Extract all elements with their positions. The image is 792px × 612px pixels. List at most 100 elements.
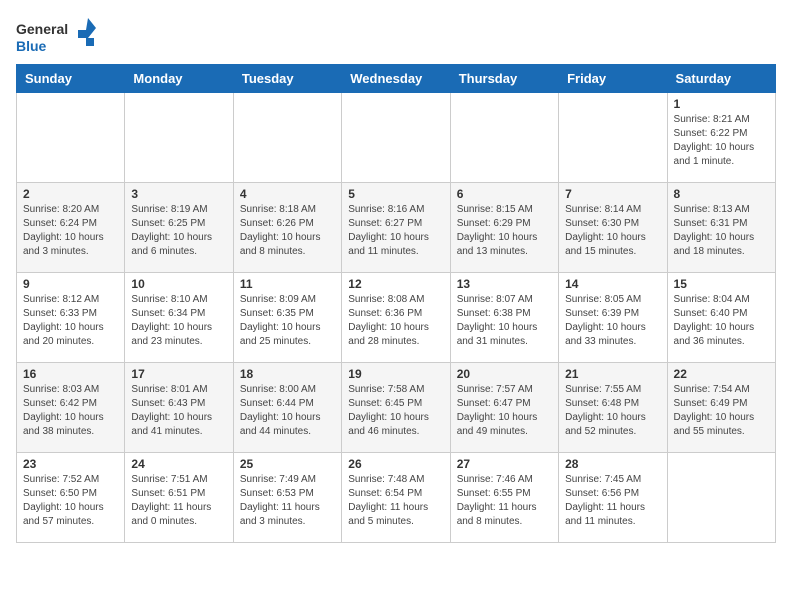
svg-text:General: General <box>16 21 68 37</box>
day-info: Sunrise: 8:05 AM Sunset: 6:39 PM Dayligh… <box>565 293 660 349</box>
day-number: 18 <box>240 367 335 381</box>
calendar-cell: 13 Sunrise: 8:07 AM Sunset: 6:38 PM Dayli… <box>450 273 558 363</box>
svg-text:Blue: Blue <box>16 38 47 54</box>
day-info: Sunrise: 7:51 AM Sunset: 6:51 PM Dayligh… <box>131 473 226 529</box>
column-header-wednesday: Wednesday <box>342 65 450 93</box>
day-number: 16 <box>23 367 118 381</box>
day-number: 1 <box>674 97 769 111</box>
calendar-cell: 1 Sunrise: 8:21 AM Sunset: 6:22 PM Daylig… <box>667 93 775 183</box>
calendar-week-row: 9 Sunrise: 8:12 AM Sunset: 6:33 PM Daylig… <box>17 273 776 363</box>
day-number: 23 <box>23 457 118 471</box>
calendar-cell <box>17 93 125 183</box>
day-number: 22 <box>674 367 769 381</box>
day-info: Sunrise: 7:52 AM Sunset: 6:50 PM Dayligh… <box>23 473 118 529</box>
day-number: 6 <box>457 187 552 201</box>
calendar-cell: 2 Sunrise: 8:20 AM Sunset: 6:24 PM Daylig… <box>17 183 125 273</box>
calendar-cell <box>233 93 341 183</box>
day-info: Sunrise: 8:08 AM Sunset: 6:36 PM Dayligh… <box>348 293 443 349</box>
calendar-cell: 18 Sunrise: 8:00 AM Sunset: 6:44 PM Dayli… <box>233 363 341 453</box>
day-number: 15 <box>674 277 769 291</box>
day-number: 20 <box>457 367 552 381</box>
day-number: 8 <box>674 187 769 201</box>
calendar-cell: 24 Sunrise: 7:51 AM Sunset: 6:51 PM Dayli… <box>125 453 233 543</box>
column-header-thursday: Thursday <box>450 65 558 93</box>
calendar-cell: 14 Sunrise: 8:05 AM Sunset: 6:39 PM Dayli… <box>559 273 667 363</box>
calendar-cell: 12 Sunrise: 8:08 AM Sunset: 6:36 PM Dayli… <box>342 273 450 363</box>
day-number: 24 <box>131 457 226 471</box>
column-header-friday: Friday <box>559 65 667 93</box>
day-number: 11 <box>240 277 335 291</box>
day-info: Sunrise: 8:07 AM Sunset: 6:38 PM Dayligh… <box>457 293 552 349</box>
day-info: Sunrise: 8:01 AM Sunset: 6:43 PM Dayligh… <box>131 383 226 439</box>
day-info: Sunrise: 8:18 AM Sunset: 6:26 PM Dayligh… <box>240 203 335 259</box>
calendar-cell: 15Sunrise: 8:04 AM Sunset: 6:40 PM Dayli… <box>667 273 775 363</box>
day-info: Sunrise: 7:58 AM Sunset: 6:45 PM Dayligh… <box>348 383 443 439</box>
day-info: Sunrise: 8:20 AM Sunset: 6:24 PM Dayligh… <box>23 203 118 259</box>
calendar-cell: 23 Sunrise: 7:52 AM Sunset: 6:50 PM Dayli… <box>17 453 125 543</box>
calendar-table: SundayMondayTuesdayWednesdayThursdayFrid… <box>16 64 776 543</box>
calendar-cell: 19 Sunrise: 7:58 AM Sunset: 6:45 PM Dayli… <box>342 363 450 453</box>
calendar-cell: 4 Sunrise: 8:18 AM Sunset: 6:26 PM Daylig… <box>233 183 341 273</box>
day-number: 27 <box>457 457 552 471</box>
day-number: 10 <box>131 277 226 291</box>
day-info: Sunrise: 8:10 AM Sunset: 6:34 PM Dayligh… <box>131 293 226 349</box>
day-info: Sunrise: 7:45 AM Sunset: 6:56 PM Dayligh… <box>565 473 660 529</box>
column-header-sunday: Sunday <box>17 65 125 93</box>
day-number: 13 <box>457 277 552 291</box>
day-number: 21 <box>565 367 660 381</box>
day-info: Sunrise: 8:19 AM Sunset: 6:25 PM Dayligh… <box>131 203 226 259</box>
calendar-cell: 28 Sunrise: 7:45 AM Sunset: 6:56 PM Dayli… <box>559 453 667 543</box>
calendar-cell: 22 Sunrise: 7:54 AM Sunset: 6:49 PM Dayli… <box>667 363 775 453</box>
day-info: Sunrise: 7:48 AM Sunset: 6:54 PM Dayligh… <box>348 473 443 529</box>
day-info: Sunrise: 8:13 AM Sunset: 6:31 PM Dayligh… <box>674 203 769 259</box>
day-info: Sunrise: 8:15 AM Sunset: 6:29 PM Dayligh… <box>457 203 552 259</box>
calendar-cell: 3 Sunrise: 8:19 AM Sunset: 6:25 PM Daylig… <box>125 183 233 273</box>
calendar-cell <box>667 453 775 543</box>
day-info: Sunrise: 8:00 AM Sunset: 6:44 PM Dayligh… <box>240 383 335 439</box>
day-number: 12 <box>348 277 443 291</box>
day-info: Sunrise: 7:49 AM Sunset: 6:53 PM Dayligh… <box>240 473 335 529</box>
calendar-cell: 26Sunrise: 7:48 AM Sunset: 6:54 PM Dayli… <box>342 453 450 543</box>
page-header: General Blue <box>16 16 776 56</box>
day-number: 3 <box>131 187 226 201</box>
day-info: Sunrise: 7:46 AM Sunset: 6:55 PM Dayligh… <box>457 473 552 529</box>
calendar-week-row: 1 Sunrise: 8:21 AM Sunset: 6:22 PM Daylig… <box>17 93 776 183</box>
day-number: 9 <box>23 277 118 291</box>
calendar-cell: 11Sunrise: 8:09 AM Sunset: 6:35 PM Dayli… <box>233 273 341 363</box>
calendar-cell: 16 Sunrise: 8:03 AM Sunset: 6:42 PM Dayli… <box>17 363 125 453</box>
column-header-saturday: Saturday <box>667 65 775 93</box>
day-number: 5 <box>348 187 443 201</box>
day-number: 4 <box>240 187 335 201</box>
day-number: 19 <box>348 367 443 381</box>
day-info: Sunrise: 7:57 AM Sunset: 6:47 PM Dayligh… <box>457 383 552 439</box>
calendar-week-row: 23 Sunrise: 7:52 AM Sunset: 6:50 PM Dayli… <box>17 453 776 543</box>
calendar-cell: 6 Sunrise: 8:15 AM Sunset: 6:29 PM Daylig… <box>450 183 558 273</box>
day-number: 2 <box>23 187 118 201</box>
calendar-cell: 7 Sunrise: 8:14 AM Sunset: 6:30 PM Daylig… <box>559 183 667 273</box>
day-info: Sunrise: 8:12 AM Sunset: 6:33 PM Dayligh… <box>23 293 118 349</box>
calendar-cell <box>342 93 450 183</box>
calendar-cell <box>450 93 558 183</box>
day-info: Sunrise: 8:14 AM Sunset: 6:30 PM Dayligh… <box>565 203 660 259</box>
logo-icon: General Blue <box>16 16 96 56</box>
day-info: Sunrise: 8:16 AM Sunset: 6:27 PM Dayligh… <box>348 203 443 259</box>
calendar-cell <box>559 93 667 183</box>
day-number: 17 <box>131 367 226 381</box>
calendar-cell: 21Sunrise: 7:55 AM Sunset: 6:48 PM Dayli… <box>559 363 667 453</box>
day-number: 7 <box>565 187 660 201</box>
calendar-cell: 8 Sunrise: 8:13 AM Sunset: 6:31 PM Daylig… <box>667 183 775 273</box>
day-number: 14 <box>565 277 660 291</box>
day-info: Sunrise: 8:03 AM Sunset: 6:42 PM Dayligh… <box>23 383 118 439</box>
calendar-cell: 10 Sunrise: 8:10 AM Sunset: 6:34 PM Dayli… <box>125 273 233 363</box>
calendar-cell: 17 Sunrise: 8:01 AM Sunset: 6:43 PM Dayli… <box>125 363 233 453</box>
day-number: 28 <box>565 457 660 471</box>
day-info: Sunrise: 7:54 AM Sunset: 6:49 PM Dayligh… <box>674 383 769 439</box>
calendar-week-row: 2 Sunrise: 8:20 AM Sunset: 6:24 PM Daylig… <box>17 183 776 273</box>
calendar-cell <box>125 93 233 183</box>
calendar-cell: 9 Sunrise: 8:12 AM Sunset: 6:33 PM Daylig… <box>17 273 125 363</box>
day-info: Sunrise: 8:21 AM Sunset: 6:22 PM Dayligh… <box>674 113 769 169</box>
logo: General Blue <box>16 16 96 56</box>
calendar-cell: 5 Sunrise: 8:16 AM Sunset: 6:27 PM Daylig… <box>342 183 450 273</box>
calendar-cell: 25Sunrise: 7:49 AM Sunset: 6:53 PM Dayli… <box>233 453 341 543</box>
calendar-week-row: 16 Sunrise: 8:03 AM Sunset: 6:42 PM Dayli… <box>17 363 776 453</box>
